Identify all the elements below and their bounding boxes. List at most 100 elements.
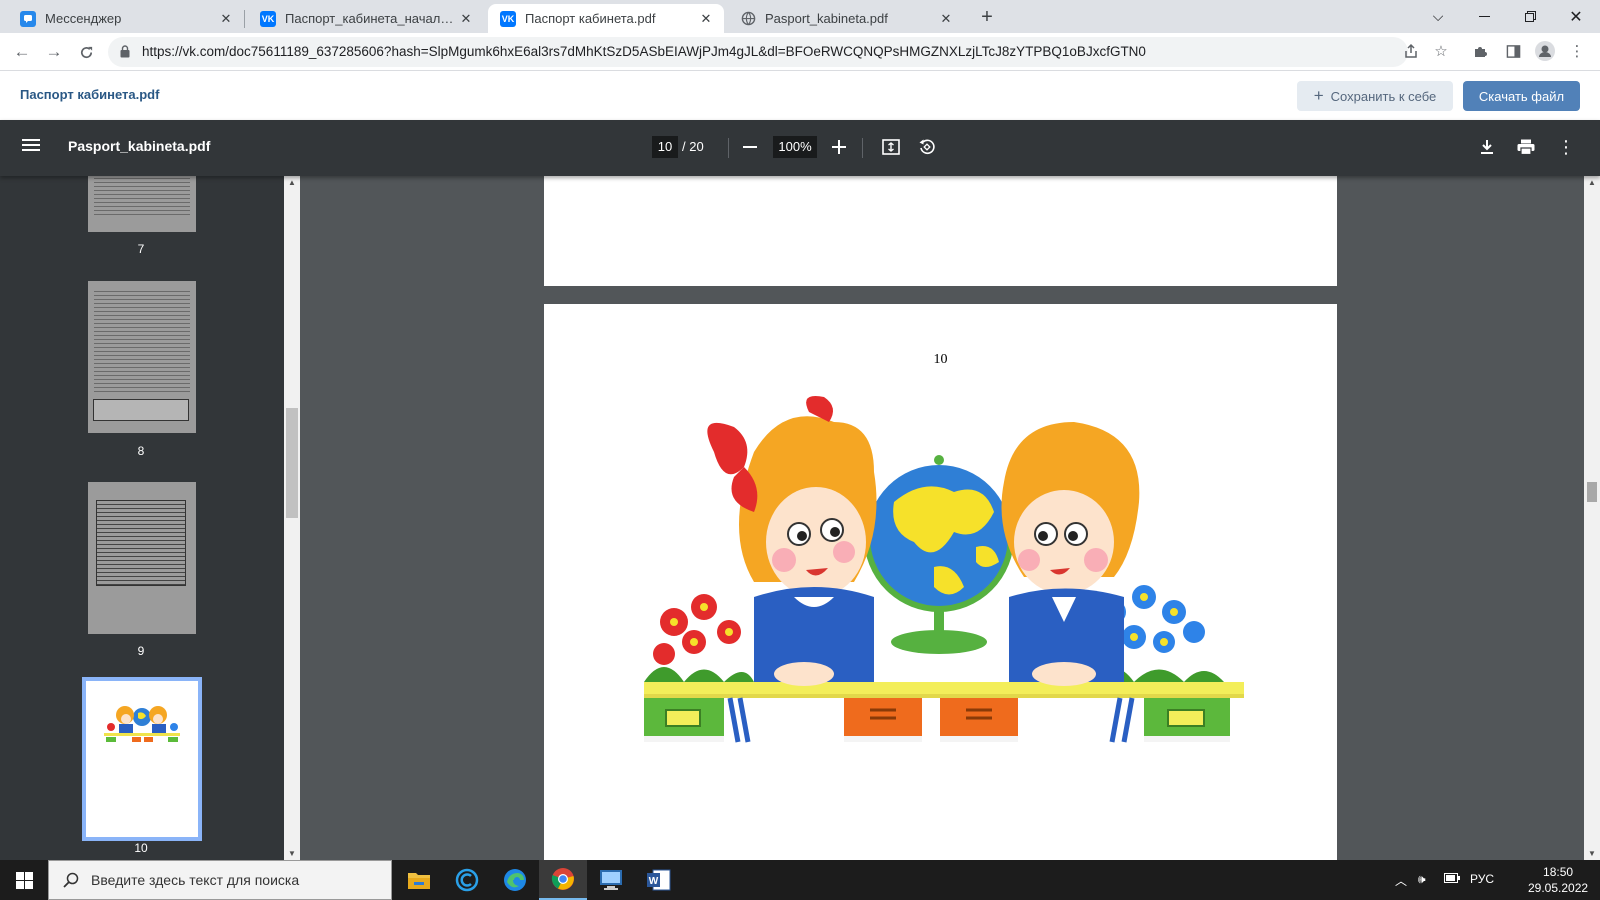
lock-icon: [120, 45, 130, 58]
word-icon[interactable]: W: [635, 860, 683, 900]
thumbnail-label: 10: [134, 841, 148, 855]
taskbar-search-box[interactable]: Введите здесь текст для поиска: [48, 860, 392, 900]
pdf-page-10: 10: [544, 304, 1337, 860]
thumbnail-label: 8: [137, 444, 145, 458]
download-file-button[interactable]: Скачать файл: [1463, 81, 1580, 111]
scroll-up-arrow-icon[interactable]: ▲: [284, 178, 300, 187]
fit-to-page-icon[interactable]: [878, 134, 904, 160]
tab-title: Паспорт_кабинета_начальные_: [285, 11, 458, 26]
url-text: https://vk.com/doc75611189_637285606?has…: [142, 44, 1146, 59]
pdf-file-name: Pasport_kabineta.pdf: [68, 138, 211, 154]
close-window-button[interactable]: ✕: [1553, 0, 1599, 33]
windows-logo-icon: [15, 871, 33, 889]
system-clock[interactable]: 18:50 29.05.2022: [1528, 864, 1588, 896]
language-indicator[interactable]: РУС: [1470, 872, 1494, 886]
side-panel-icon[interactable]: [1502, 40, 1524, 62]
thumbnail-label: 7: [137, 242, 145, 256]
pdf-viewer-toolbar: Pasport_kabineta.pdf 10 / 20 100% ⋮: [0, 120, 1600, 176]
browser-menu-icon[interactable]: ⋮: [1566, 40, 1588, 62]
tab-title: Мессенджер: [45, 11, 122, 26]
svg-text:W: W: [649, 876, 659, 887]
battery-icon[interactable]: [1444, 872, 1460, 886]
thumbnail-sidebar: 7 8 9 10: [0, 176, 300, 860]
volume-icon[interactable]: 🕪: [1418, 872, 1426, 887]
thumbnail-page-7[interactable]: [88, 176, 196, 232]
sidebar-scrollbar-thumb[interactable]: [286, 408, 298, 518]
tab-messenger[interactable]: Мессенджер ✕: [8, 4, 244, 33]
close-tab-icon[interactable]: ✕: [938, 11, 954, 27]
vk-icon: VK: [260, 10, 276, 27]
zoom-out-icon[interactable]: [737, 134, 763, 160]
main-scrollbar[interactable]: ▲ ▼: [1584, 176, 1600, 860]
chrome-browser-icon[interactable]: [539, 860, 587, 900]
windows-taskbar: Введите здесь текст для поиска W ︿ 🕪 РУС…: [0, 860, 1600, 900]
thumbnail-label: 9: [137, 644, 145, 658]
minimize-button[interactable]: [1461, 0, 1507, 33]
more-options-icon[interactable]: ⋮: [1553, 134, 1579, 160]
tab-passport-docx[interactable]: VK Паспорт_кабинета_начальные_ ✕: [248, 4, 484, 33]
hamburger-menu-icon[interactable]: [22, 136, 44, 158]
document-title: Паспорт кабинета.pdf: [20, 87, 160, 102]
pdf-viewer-area: 10: [300, 176, 1584, 860]
thumbnail-page-9[interactable]: [88, 482, 196, 634]
plus-icon: +: [1313, 86, 1324, 105]
new-tab-button[interactable]: +: [975, 6, 999, 30]
close-tab-icon[interactable]: ✕: [458, 11, 474, 27]
thumbnail-page-8[interactable]: [88, 281, 196, 433]
browser-tab-strip: Мессенджер ✕ VK Паспорт_кабинета_начальн…: [0, 0, 1600, 33]
ccleaner-icon[interactable]: [443, 860, 491, 900]
browser-toolbar: ← → https://vk.com/doc75611189_637285606…: [0, 33, 1600, 71]
tab-title: Паспорт кабинета.pdf: [525, 11, 656, 26]
vk-document-header: Паспорт кабинета.pdf + Сохранить к себе …: [0, 71, 1600, 120]
search-placeholder: Введите здесь текст для поиска: [91, 872, 300, 888]
children-with-globe-illustration: [644, 396, 1244, 743]
clock-date: 29.05.2022: [1528, 881, 1589, 895]
vk-icon: VK: [500, 10, 516, 27]
remote-desktop-icon[interactable]: [587, 860, 635, 900]
download-button-label: Скачать файл: [1478, 88, 1565, 104]
extensions-puzzle-icon[interactable]: [1470, 40, 1492, 62]
share-icon[interactable]: [1400, 40, 1422, 62]
restore-button[interactable]: [1507, 0, 1553, 33]
page-number-input[interactable]: 10: [652, 136, 678, 158]
page-total: / 20: [682, 139, 704, 154]
tab-divider: [244, 10, 245, 28]
profile-avatar-icon[interactable]: [1534, 40, 1556, 62]
print-icon[interactable]: [1513, 134, 1539, 160]
main-scrollbar-thumb[interactable]: [1587, 482, 1597, 502]
download-icon[interactable]: [1474, 134, 1500, 160]
scroll-up-arrow-icon[interactable]: ▲: [1584, 178, 1600, 187]
windows-start-button[interactable]: [0, 860, 48, 900]
sidebar-scrollbar[interactable]: ▲ ▼: [284, 176, 300, 860]
forward-arrow-icon[interactable]: →: [42, 40, 66, 64]
close-tab-icon[interactable]: ✕: [698, 11, 714, 27]
scroll-down-arrow-icon[interactable]: ▼: [284, 849, 300, 858]
rotate-icon[interactable]: [914, 134, 940, 160]
search-icon: [63, 872, 79, 888]
address-bar[interactable]: https://vk.com/doc75611189_637285606?has…: [108, 37, 1408, 67]
pdf-page-9: [544, 176, 1337, 286]
clock-time: 18:50: [1543, 865, 1574, 879]
zoom-in-icon[interactable]: [826, 134, 852, 160]
save-button-label: Сохранить к себе: [1330, 88, 1437, 104]
thumbnail-illustration: [104, 706, 180, 742]
messenger-icon: [20, 10, 36, 27]
scroll-down-arrow-icon[interactable]: ▼: [1584, 849, 1600, 858]
tab-passport-pdf-active[interactable]: VK Паспорт кабинета.pdf ✕: [488, 4, 724, 33]
close-tab-icon[interactable]: ✕: [218, 11, 234, 27]
reload-icon[interactable]: [74, 40, 98, 64]
file-explorer-icon[interactable]: [395, 860, 443, 900]
toolbar-divider: [862, 138, 863, 158]
save-to-my-docs-button[interactable]: + Сохранить к себе: [1297, 81, 1453, 111]
tab-search-chevron-icon[interactable]: ⌵: [1415, 0, 1461, 33]
edge-browser-icon[interactable]: [491, 860, 539, 900]
page-number-text: 10: [933, 352, 948, 367]
tab-title: Pasport_kabineta.pdf: [765, 11, 888, 26]
zoom-level-input[interactable]: 100%: [773, 136, 817, 158]
bookmark-star-icon[interactable]: ☆: [1430, 40, 1452, 62]
tab-pasport-pdf[interactable]: Pasport_kabineta.pdf ✕: [728, 4, 964, 33]
show-hidden-icons-chevron-icon[interactable]: ︿: [1395, 872, 1407, 889]
globe-icon: [740, 11, 756, 27]
thumbnail-page-10[interactable]: [82, 677, 202, 841]
back-arrow-icon[interactable]: ←: [10, 40, 34, 64]
